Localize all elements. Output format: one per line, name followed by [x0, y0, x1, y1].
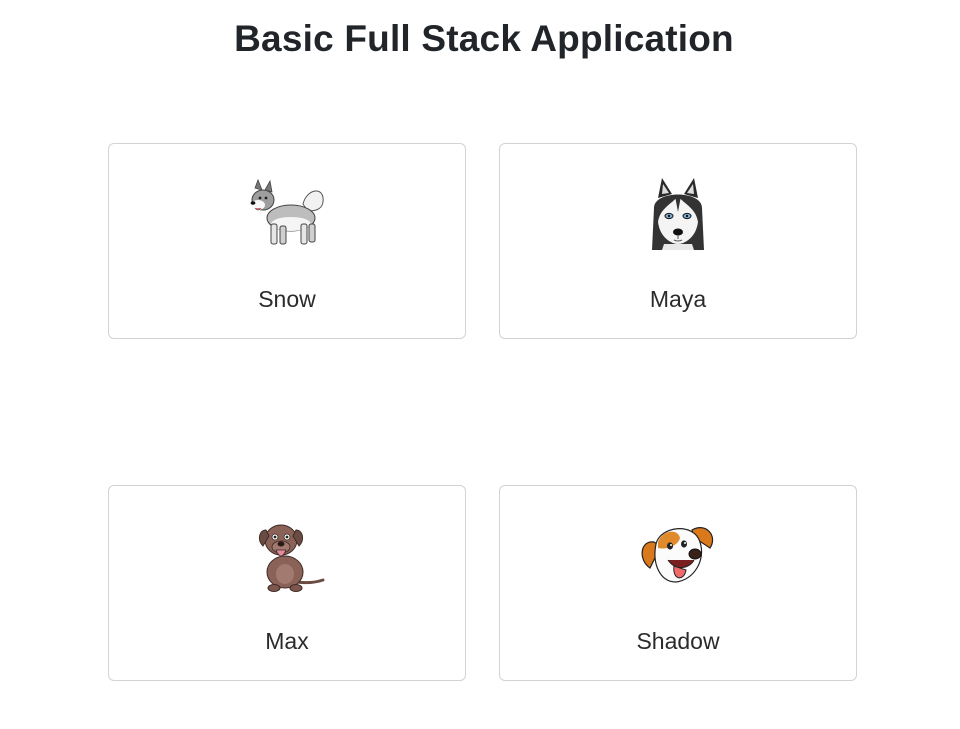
dog-name: Maya [649, 286, 707, 312]
dog-name: Max [265, 628, 309, 654]
page: Basic Full Stack Application Snow Maya M… [0, 0, 960, 729]
dog-card-shadow[interactable]: Shadow [499, 485, 857, 681]
beagle-dog-icon [638, 520, 718, 592]
husky-dog-icon [638, 178, 718, 250]
dog-name: Snow [258, 286, 316, 312]
dog-card-maya[interactable]: Maya [499, 143, 857, 339]
malamute-dog-icon [247, 178, 327, 250]
brown-dog-icon [247, 520, 327, 592]
dog-card-snow[interactable]: Snow [108, 143, 466, 339]
dog-name: Shadow [636, 628, 720, 654]
page-title: Basic Full Stack Application [234, 18, 734, 59]
dog-card-max[interactable]: Max [108, 485, 466, 681]
